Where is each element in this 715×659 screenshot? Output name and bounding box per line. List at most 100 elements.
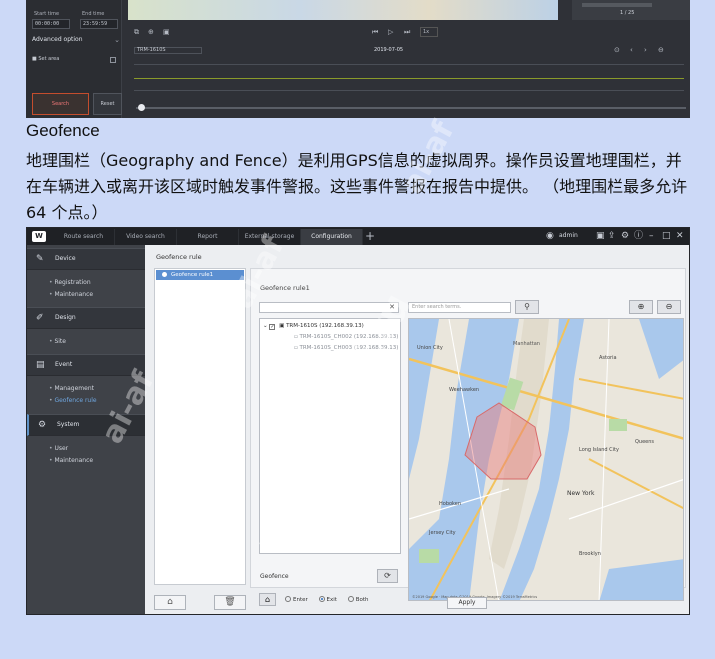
sidebar-item-geofence-rule[interactable]: Geofence rule [49,397,96,404]
info-icon[interactable]: ⓘ [634,231,643,242]
map-view[interactable]: Union City Weehawken New York Manhattan … [408,318,684,601]
timeline-slider[interactable] [136,107,686,109]
map-label: Union City [417,345,443,351]
map-label: Jersey City [428,530,456,536]
zoom-icon[interactable]: ⊙ [614,46,620,54]
zoom-out-icon[interactable]: ⊖ [658,46,664,54]
tree-root-node[interactable]: ⌄ ✓ ▣ TRM-1610S (192.168.39.13) [263,323,364,330]
tab-route-search[interactable]: Route search [53,229,115,245]
refresh-icon: ⟳ [384,571,391,580]
radio-enter[interactable]: Enter [285,596,308,603]
sidebar-section-design[interactable]: ✐ Design [27,307,145,329]
zoom-in-icon: ⊕ [637,302,645,311]
skip-back-icon[interactable]: ⏮ [372,28,378,37]
set-area-box-icon[interactable] [110,57,116,63]
sidebar-section-label: Design [55,314,76,321]
refresh-button[interactable]: ⟳ [377,569,398,583]
username[interactable]: admin [559,232,578,239]
gear-icon[interactable]: ⚙ [621,231,629,242]
geofence-home-button[interactable]: ⌂ [259,593,276,606]
device-icon: ✎ [36,254,44,264]
search-icon: ⚲ [524,302,530,311]
zoom-out-icon: ⊖ [665,302,673,311]
timeline-slider-handle[interactable] [138,104,145,111]
start-time-input[interactable]: 00:00:00 [32,19,70,29]
map-canvas[interactable]: Union City Weehawken New York Manhattan … [409,319,684,601]
title-bar: W Route search Video search Report Exter… [27,228,689,245]
search-button[interactable]: Search [32,93,89,115]
lock-icon[interactable]: ▣ [596,231,605,242]
camera-icon: ▫ [294,334,298,340]
sidebar-item-user[interactable]: User [49,445,68,452]
advanced-option-label: Advanced option [32,36,83,43]
checkbox[interactable]: ✓ [269,324,276,330]
section-heading: Geofence [26,121,100,140]
export-icon[interactable]: ⇪ [608,231,616,242]
map-search-input[interactable]: Enter search terms. [408,302,511,313]
previous-screenshot: Start time End time 00:00:00 23:59:59 Ad… [26,0,690,118]
advanced-option-toggle[interactable]: Advanced option ⌄ [32,36,122,48]
sidebar-section-device[interactable]: ✎ Device [27,248,145,270]
clear-icon[interactable]: ✕ [389,303,395,312]
end-time-input[interactable]: 23:59:59 [80,19,118,29]
tree-child-label: TRM-1610S_CH002 (192.168.39.13) [299,334,399,340]
sidebar-section-system[interactable]: ⚙ System [27,414,145,436]
close-icon[interactable]: ✕ [676,231,684,242]
device-tree: ⌄ ✓ ▣ TRM-1610S (192.168.39.13) ▫ TRM-16… [259,318,401,554]
map-strip [128,0,558,20]
radio-both[interactable]: Both [347,596,368,603]
camera-select[interactable]: TRM-1610S [134,47,202,54]
user-icon[interactable]: ◉ [546,231,554,242]
radio-selected-icon [318,596,325,602]
chevron-down-icon[interactable]: ⌄ [263,323,268,329]
radio-exit[interactable]: Exit [318,596,337,603]
tab-external-storage[interactable]: External storage [239,229,301,245]
reset-button[interactable]: Reset [93,93,122,115]
tab-report[interactable]: Report [177,229,239,245]
map-search-button[interactable]: ⚲ [515,300,539,314]
camera-icon[interactable]: ⧉ [134,28,139,37]
tree-child-node[interactable]: ▫ TRM-1610S_CH003 (192.168.39.13) [294,345,398,351]
sidebar-item-registration[interactable]: Registration [49,279,90,286]
end-time-label: End time [82,11,105,17]
add-tab-icon[interactable]: + [365,229,375,243]
system-icon: ⚙ [38,420,47,430]
target-icon[interactable]: ⊕ [148,28,154,36]
tree-child-node[interactable]: ▫ TRM-1610S_CH002 (192.168.39.13) [294,334,398,340]
sidebar-item-maintenance[interactable]: Maintenance [49,291,93,298]
device-search-input[interactable]: ✕ [259,302,399,313]
skip-forward-icon[interactable]: ⏭ [404,28,410,37]
zoom-in-button[interactable]: ⊕ [629,300,653,314]
apply-button[interactable]: Apply [447,597,487,609]
sidebar-item-site[interactable]: Site [49,338,66,345]
timeline-date: 2019-07-05 [374,47,404,53]
zoom-out-button[interactable]: ⊖ [657,300,681,314]
sidebar-section-label: Event [55,361,73,368]
tab-configuration[interactable]: Configuration [301,229,363,245]
map-label: Astoria [599,355,617,361]
chevron-right-icon[interactable]: › [644,46,647,54]
map-label: Brooklyn [579,551,601,557]
checkbox-icon: ■ [32,56,37,62]
search-options-panel: Start time End time 00:00:00 23:59:59 Ad… [26,0,122,118]
capture-icon[interactable]: ▣ [163,28,170,36]
sidebar-section-label: Device [55,255,76,262]
delete-rule-button[interactable]: 🗑 [214,595,246,610]
sidebar-item-system-maintenance[interactable]: Maintenance [49,457,93,464]
chevron-left-icon[interactable]: ‹ [630,46,633,54]
list-item[interactable]: Geofence rule1 [156,270,244,280]
speed-select[interactable]: 1x [420,27,439,37]
park [609,419,627,431]
tree-child-label: TRM-1610S_CH003 (192.168.39.13) [299,345,399,351]
sidebar-item-management[interactable]: Management [49,385,94,392]
add-rule-button[interactable]: ⌂ [154,595,186,610]
camera-icon: ▫ [294,345,298,351]
timeline-track [134,64,684,65]
tab-video-search[interactable]: Video search [115,229,177,245]
set-area-option[interactable]: ■ Set area [32,56,59,62]
play-icon[interactable]: ▷ [388,28,393,36]
maximize-icon[interactable]: □ [662,231,671,242]
design-icon: ✐ [36,313,44,323]
sidebar-section-event[interactable]: ▤ Event [27,354,145,376]
minimize-icon[interactable]: – [649,231,654,242]
